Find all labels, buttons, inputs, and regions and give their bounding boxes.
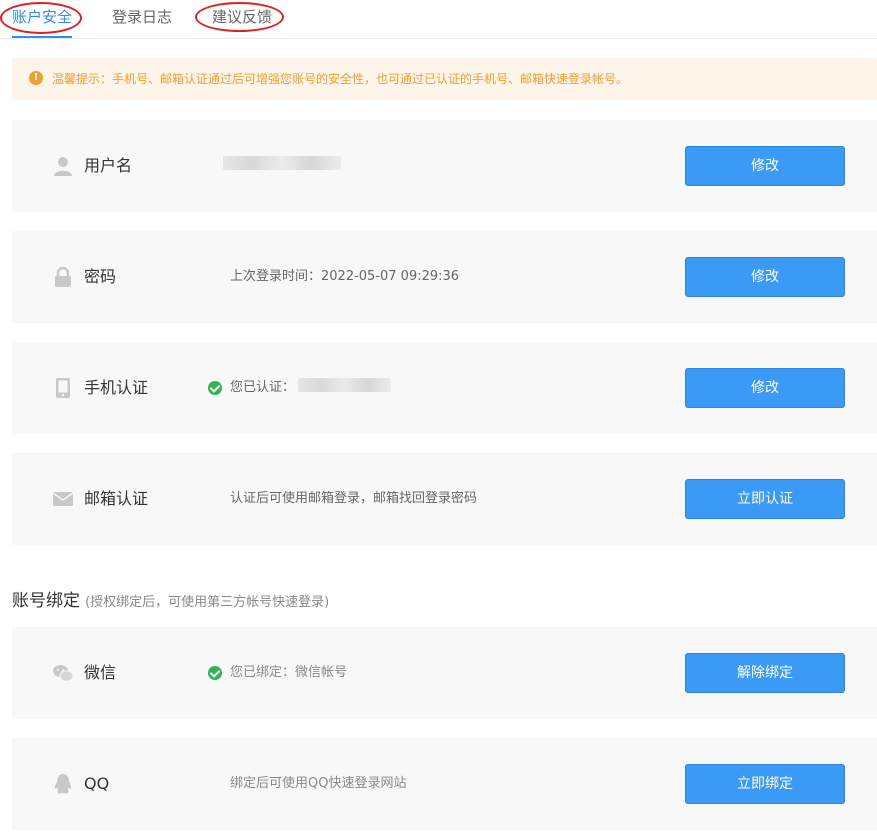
edit-password-button[interactable]: 修改 [685, 257, 845, 297]
wechat-row: 微信 您已绑定：微信帐号 解除绑定 [12, 627, 877, 719]
email-label: 邮箱认证 [84, 489, 149, 508]
binding-section-title: 账号绑定 (授权绑定后，可使用第三方帐号快速登录) [12, 586, 329, 611]
tab-feedback[interactable]: 建议反馈 [212, 7, 272, 27]
user-icon [52, 155, 74, 177]
username-label: 用户名 [84, 156, 133, 175]
phone-number-redacted [298, 378, 391, 392]
tab-bar: 账户安全 登录日志 建议反馈 [0, 0, 877, 39]
phone-status: 您已认证： [230, 380, 296, 395]
phone-label: 手机认证 [84, 378, 149, 397]
wechat-label: 微信 [84, 663, 117, 682]
notice-banner: ! 温馨提示：手机号、邮箱认证通过后可增强您账号的安全性，也可通过已认证的手机号… [12, 58, 877, 100]
qq-hint: 绑定后可使用QQ快速登录网站 [230, 776, 407, 791]
verified-check-icon [208, 381, 222, 395]
wechat-icon [52, 662, 74, 684]
tab-login-log[interactable]: 登录日志 [112, 7, 172, 27]
phone-row: 手机认证 您已认证： 修改 [12, 342, 877, 434]
edit-phone-button[interactable]: 修改 [685, 368, 845, 408]
qq-row: QQ 绑定后可使用QQ快速登录网站 立即绑定 [12, 738, 877, 830]
binding-title: 账号绑定 [12, 591, 80, 611]
wechat-status: 您已绑定：微信帐号 [230, 665, 348, 680]
username-row: 用户名 修改 [12, 120, 877, 212]
binding-subtitle: (授权绑定后，可使用第三方帐号快速登录) [85, 595, 330, 610]
phone-icon [52, 377, 74, 399]
qq-icon [52, 773, 74, 795]
unbind-wechat-button[interactable]: 解除绑定 [685, 653, 845, 693]
active-tab-indicator [12, 36, 72, 38]
warning-icon: ! [29, 71, 43, 85]
verify-email-button[interactable]: 立即认证 [685, 479, 845, 519]
email-row: 邮箱认证 认证后可使用邮箱登录，邮箱找回登录密码 立即认证 [12, 453, 877, 545]
username-value-redacted [223, 156, 341, 170]
password-row: 密码 上次登录时间：2022-05-07 09:29:36 修改 [12, 231, 877, 323]
bound-check-icon [208, 666, 222, 680]
lock-icon [52, 266, 74, 288]
bind-qq-button[interactable]: 立即绑定 [685, 764, 845, 804]
edit-username-button[interactable]: 修改 [685, 146, 845, 186]
tab-account-security[interactable]: 账户安全 [12, 7, 72, 27]
qq-label: QQ [84, 774, 110, 793]
password-label: 密码 [84, 267, 117, 286]
last-login-time: 上次登录时间：2022-05-07 09:29:36 [230, 269, 460, 284]
mail-icon [52, 488, 74, 510]
email-hint: 认证后可使用邮箱登录，邮箱找回登录密码 [230, 491, 478, 506]
notice-text: 温馨提示：手机号、邮箱认证通过后可增强您账号的安全性，也可通过已认证的手机号、邮… [52, 72, 629, 86]
